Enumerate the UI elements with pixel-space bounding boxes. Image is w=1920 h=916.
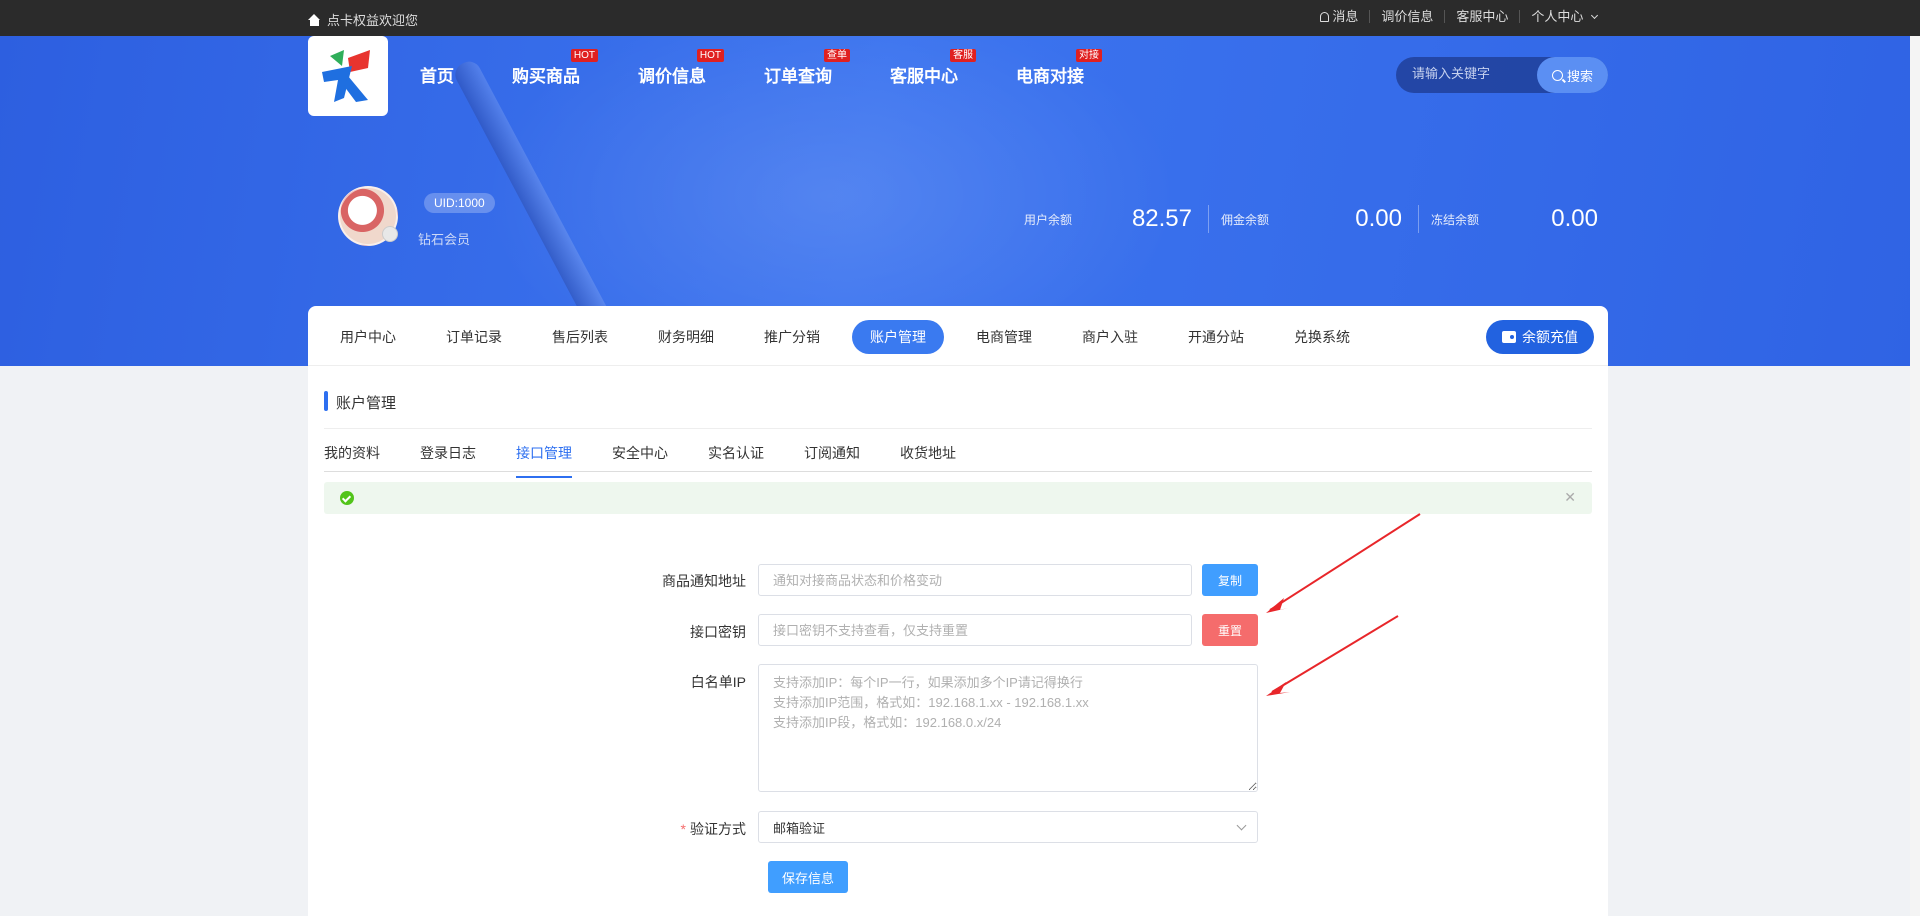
tab-account[interactable]: 账户管理 [852, 320, 944, 354]
personal-center-label: 个人中心 [1531, 9, 1584, 24]
section-title: 账户管理 [324, 391, 396, 413]
search-input[interactable] [1412, 66, 1532, 81]
nav-orders-label: 订单查询 [764, 67, 832, 86]
commission-balance-value: 0.00 [1355, 205, 1402, 232]
search-button-label: 搜索 [1566, 68, 1593, 84]
verify-method-select[interactable]: 邮箱验证 [758, 811, 1258, 843]
welcome: 点卡权益欢迎您 [308, 10, 418, 29]
arrow-to-reset [1266, 513, 1421, 613]
tab-after-sales[interactable]: 售后列表 [534, 320, 626, 354]
service-badge: 客服 [950, 49, 976, 62]
bell-icon [1320, 12, 1330, 22]
member-level: 钻石会员 [418, 232, 471, 247]
user-balance-value: 82.57 [1131, 205, 1192, 232]
nav-orders[interactable]: 订单查询 查单 [764, 49, 850, 87]
subtab-address[interactable]: 收货地址 [900, 443, 956, 463]
main-tabs: 用户中心 订单记录 售后列表 财务明细 推广分销 账户管理 电商管理 商户入驻 … [308, 306, 1608, 366]
save-button[interactable]: 保存信息 [768, 861, 848, 893]
site-logo[interactable] [308, 36, 388, 116]
verify-method-label: * 验证方式 [626, 819, 746, 839]
search-box: 搜索 [1396, 57, 1608, 93]
balances: 用户余额 82.57 佣金余额 0.00 冻结余额 0.00 [1024, 205, 1598, 233]
commission-balance-label: 佣金余额 [1221, 212, 1270, 227]
main-nav: 首页 购买商品 HOT 调价信息 HOT 订单查询 查单 客服中心 客服 电商对接 对接 [420, 49, 1142, 87]
wallet-icon [1502, 331, 1516, 343]
subtab-realname[interactable]: 实名认证 [708, 443, 764, 463]
tab-ecommerce[interactable]: 电商管理 [958, 320, 1050, 354]
user-balance-label: 用户余额 [1024, 212, 1073, 227]
subtab-security[interactable]: 安全中心 [612, 443, 668, 463]
recharge-button[interactable]: 余额充值 [1486, 320, 1594, 354]
copy-button[interactable]: 复制 [1202, 564, 1258, 596]
whitelist-ip-label: 白名单IP [690, 674, 746, 690]
tab-order-records[interactable]: 订单记录 [428, 320, 520, 354]
chevron-down-icon [1236, 820, 1247, 831]
tab-promotion[interactable]: 推广分销 [746, 320, 838, 354]
welcome-text: 点卡权益欢迎您 [327, 13, 419, 28]
subtab-profile[interactable]: 我的资料 [324, 443, 380, 463]
content-panel: 用户中心 订单记录 售后列表 财务明细 推广分销 账户管理 电商管理 商户入驻 … [308, 306, 1608, 916]
nav-price-label: 调价信息 [638, 67, 706, 86]
personal-center-link[interactable]: 个人中心 [1519, 10, 1608, 23]
verify-method-value: 邮箱验证 [773, 820, 826, 836]
nav-buy-label: 购买商品 [512, 67, 580, 86]
frozen-balance: 冻结余额 0.00 [1418, 205, 1598, 233]
whitelist-ip-textarea[interactable] [758, 664, 1258, 792]
price-info-link[interactable]: 调价信息 [1369, 10, 1444, 23]
order-badge: 查单 [824, 49, 850, 62]
home-icon[interactable] [308, 13, 321, 26]
api-secret-label: 接口密钥 [690, 624, 746, 640]
nav-ecommerce[interactable]: 电商对接 对接 [1016, 49, 1102, 87]
check-circle-icon [340, 491, 354, 505]
tab-finance[interactable]: 财务明细 [640, 320, 732, 354]
verify-method-text: 验证方式 [690, 821, 746, 837]
arrow-to-whitelist [1266, 615, 1399, 696]
nav-service[interactable]: 客服中心 客服 [890, 49, 976, 87]
hot-badge: HOT [570, 49, 598, 62]
recharge-label: 余额充值 [1522, 329, 1578, 345]
hot-badge: HOT [696, 49, 724, 62]
subtab-login-log[interactable]: 登录日志 [420, 443, 476, 463]
search-icon [1551, 69, 1563, 81]
nav-price[interactable]: 调价信息 HOT [638, 49, 724, 87]
notify-url-label: 商品通知地址 [662, 573, 746, 589]
docking-badge: 对接 [1076, 49, 1102, 62]
subtab-api[interactable]: 接口管理 [516, 443, 572, 478]
close-icon[interactable]: ✕ [1564, 489, 1576, 506]
nav-home-label: 首页 [420, 67, 454, 86]
shield-icon [382, 226, 398, 242]
commission-balance: 佣金余额 0.00 [1208, 205, 1418, 233]
search-button[interactable]: 搜索 [1537, 57, 1608, 93]
service-link[interactable]: 客服中心 [1444, 10, 1519, 23]
notify-url-input[interactable] [758, 564, 1192, 596]
tab-merchant[interactable]: 商户入驻 [1064, 320, 1156, 354]
messages-label: 消息 [1332, 9, 1359, 24]
frozen-balance-value: 0.00 [1551, 205, 1598, 232]
nav-buy[interactable]: 购买商品 HOT [512, 49, 598, 87]
annotation-arrows [1266, 513, 1421, 696]
required-mark: * [680, 821, 686, 837]
nav-ecommerce-label: 电商对接 [1016, 67, 1084, 86]
tab-user-center[interactable]: 用户中心 [322, 320, 414, 354]
uid-badge: UID:1000 [424, 193, 495, 213]
tab-substation[interactable]: 开通分站 [1170, 320, 1262, 354]
subtab-subscribe[interactable]: 订阅通知 [804, 443, 860, 463]
api-secret-input[interactable] [758, 614, 1192, 646]
messages-link[interactable]: 消息 [1309, 10, 1369, 23]
top-links: 消息 调价信息 客服中心 个人中心 [1309, 10, 1608, 23]
frozen-balance-label: 冻结余额 [1431, 212, 1480, 227]
chevron-down-icon [1590, 11, 1599, 20]
sub-tabs: 我的资料 登录日志 接口管理 安全中心 实名认证 订阅通知 收货地址 [324, 428, 1592, 478]
top-bar: 点卡权益欢迎您 消息 调价信息 客服中心 个人中心 [0, 0, 1920, 36]
reset-button[interactable]: 重置 [1202, 614, 1258, 646]
scrollbar[interactable] [1910, 36, 1920, 916]
tab-exchange[interactable]: 兑换系统 [1276, 320, 1368, 354]
avatar[interactable] [338, 186, 398, 246]
logo-icon [322, 50, 370, 102]
user-balance: 用户余额 82.57 [1024, 205, 1208, 233]
nav-home[interactable]: 首页 [420, 62, 454, 87]
nav-service-label: 客服中心 [890, 67, 958, 86]
